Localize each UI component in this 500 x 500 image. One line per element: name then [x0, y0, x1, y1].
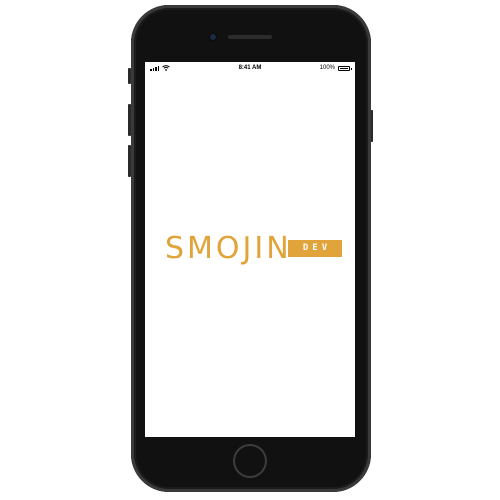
status-bar: 8:41 AM 100%: [145, 62, 355, 76]
home-button[interactable]: [233, 444, 267, 478]
app-logo-wordmark: SMOJIN: [165, 231, 292, 266]
front-camera-icon: [210, 34, 216, 40]
earpiece-speaker: [228, 35, 272, 39]
app-logo-dev-badge: DEV: [288, 240, 342, 257]
stage: 8:41 AM 100% SMOJIN DEV: [0, 0, 500, 500]
battery-icon: [338, 66, 352, 71]
phone-screen: 8:41 AM 100% SMOJIN DEV: [145, 62, 355, 437]
battery-percent: 100%: [319, 65, 335, 71]
